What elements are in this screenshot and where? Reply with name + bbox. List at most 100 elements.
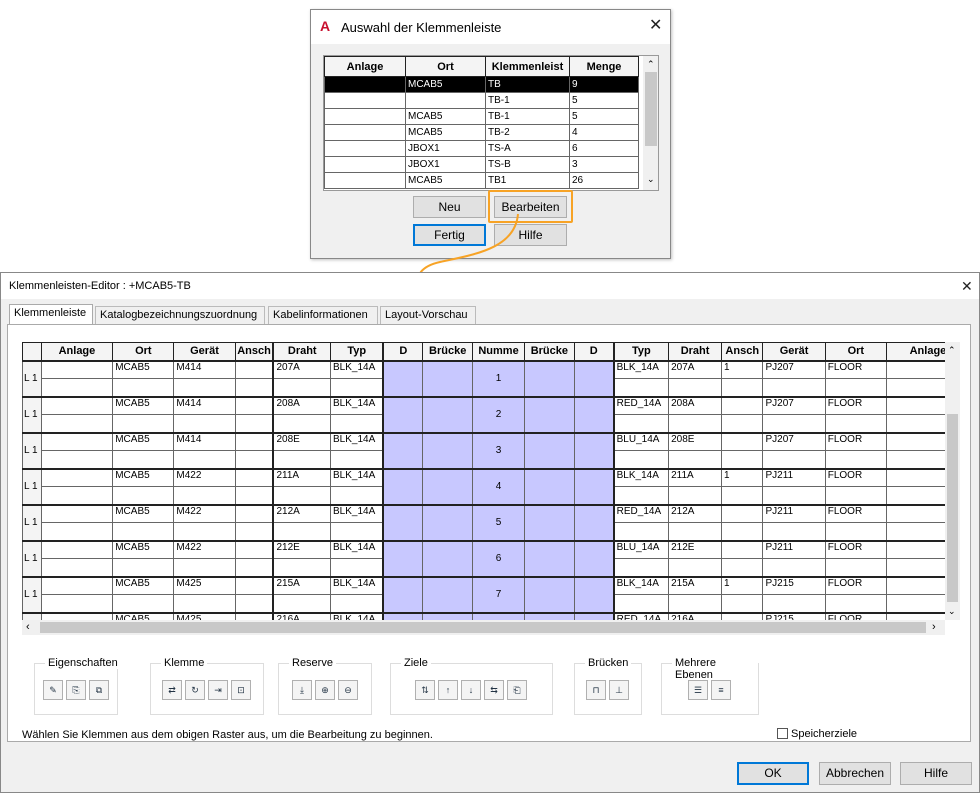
paste-properties-icon[interactable]: ⧉ <box>89 680 109 700</box>
table-cell[interactable]: BLU_14A <box>612 539 670 559</box>
table-cell[interactable] <box>173 486 236 505</box>
table-cell[interactable] <box>762 594 826 613</box>
table-cell[interactable] <box>885 431 945 451</box>
table-cell[interactable] <box>824 450 887 469</box>
jumper-cell[interactable] <box>422 503 474 541</box>
terminal-number[interactable]: 3 <box>472 431 525 469</box>
table-cell[interactable] <box>234 450 274 469</box>
column-header[interactable]: Gerät <box>173 342 236 361</box>
scroll-left-icon[interactable]: ‹ <box>26 621 30 633</box>
table-cell[interactable]: PJ211 <box>762 503 826 523</box>
row-header[interactable]: L 1 <box>22 575 42 613</box>
table-cell[interactable]: FLOOR <box>824 575 887 595</box>
table-cell[interactable] <box>234 611 274 620</box>
scroll-up-icon[interactable]: ⌃ <box>647 59 655 70</box>
column-header[interactable]: Brücke <box>422 342 474 361</box>
add-spare-icon[interactable]: ⊕ <box>315 680 335 700</box>
destination-cell[interactable] <box>382 395 424 433</box>
table-cell[interactable]: FLOOR <box>824 503 887 523</box>
jumper-cell[interactable] <box>523 431 575 469</box>
table-cell[interactable] <box>720 539 764 559</box>
table-cell[interactable]: 207A <box>272 359 332 379</box>
edit-properties-icon[interactable]: ✎ <box>43 680 63 700</box>
terminal-number[interactable]: 6 <box>472 539 525 577</box>
terminal-number[interactable]: 2 <box>472 395 525 433</box>
table-cell[interactable] <box>112 414 175 433</box>
table-cell[interactable] <box>112 594 175 613</box>
table-cell[interactable]: BLK_14A <box>330 359 384 379</box>
move-terminal-icon[interactable]: ⇄ <box>162 680 182 700</box>
table-cell[interactable]: 208E <box>272 431 332 451</box>
table-cell[interactable] <box>234 378 274 397</box>
scroll-thumb[interactable] <box>947 414 958 602</box>
column-header[interactable]: Ansch <box>720 342 764 361</box>
table-cell[interactable] <box>234 522 274 541</box>
table-cell[interactable]: 1 <box>720 467 764 487</box>
table-cell[interactable] <box>762 378 826 397</box>
table-cell[interactable]: FLOOR <box>824 611 887 620</box>
table-cell[interactable]: 215A <box>272 575 332 595</box>
table-cell[interactable] <box>330 378 384 397</box>
table-cell[interactable]: BLK_14A <box>330 431 384 451</box>
table-cell[interactable] <box>40 575 114 595</box>
jumper-cell[interactable] <box>422 611 474 620</box>
row-header[interactable] <box>22 611 42 620</box>
table-cell[interactable] <box>234 575 274 595</box>
table-cell[interactable] <box>612 558 670 577</box>
table-row[interactable]: MCAB5 TB-1 5 <box>324 108 639 125</box>
column-header[interactable]: Draht <box>668 342 722 361</box>
close-icon[interactable]: ✕ <box>649 18 662 34</box>
table-cell[interactable]: PJ211 <box>762 467 826 487</box>
table-cell[interactable] <box>234 359 274 379</box>
tab-cable-info[interactable]: Kabelinformationen <box>268 306 378 324</box>
table-cell[interactable] <box>272 522 332 541</box>
table-cell[interactable] <box>330 486 384 505</box>
table-cell[interactable]: 208E <box>668 431 722 451</box>
table-cell[interactable] <box>885 486 945 505</box>
table-cell[interactable] <box>668 594 722 613</box>
column-header[interactable]: Numme <box>472 342 525 361</box>
table-cell[interactable] <box>885 503 945 523</box>
table-cell[interactable] <box>112 558 175 577</box>
row-header[interactable]: L 1 <box>22 503 42 541</box>
scroll-thumb[interactable] <box>40 622 926 633</box>
table-cell[interactable] <box>272 414 332 433</box>
table-cell[interactable]: 211A <box>668 467 722 487</box>
jumper-cell[interactable] <box>523 575 575 613</box>
table-row[interactable]: L 1 MCAB5 M414 208A BLK_14A 2 RED_14A 208A PJ207… <box>22 395 945 433</box>
table-cell[interactable]: FLOOR <box>824 431 887 451</box>
table-cell[interactable] <box>40 395 114 415</box>
table-cell[interactable] <box>668 378 722 397</box>
destination-cell[interactable] <box>573 359 615 397</box>
table-cell[interactable] <box>720 558 764 577</box>
table-row[interactable]: MCAB5 TB 9 <box>324 76 639 93</box>
jumper-cell[interactable] <box>422 359 474 397</box>
multi-level-icon[interactable]: ☰ <box>688 680 708 700</box>
table-cell[interactable]: M422 <box>173 467 236 487</box>
table-cell[interactable] <box>173 450 236 469</box>
table-cell[interactable] <box>234 414 274 433</box>
table-cell[interactable] <box>668 450 722 469</box>
table-row[interactable]: L 1 MCAB5 M425 215A BLK_14A 7 BLK_14A 215A 1 PJ21… <box>22 575 945 613</box>
destination-cell[interactable] <box>573 431 615 469</box>
table-cell[interactable] <box>668 486 722 505</box>
terminal-number[interactable]: 7 <box>472 575 525 613</box>
table-cell[interactable] <box>40 450 114 469</box>
scroll-right-icon[interactable]: › <box>932 621 936 633</box>
jumper-cell[interactable] <box>422 395 474 433</box>
table-cell[interactable]: 207A <box>668 359 722 379</box>
table-cell[interactable] <box>720 611 764 620</box>
jumper-cell[interactable] <box>523 467 575 505</box>
table-cell[interactable] <box>885 414 945 433</box>
table-cell[interactable] <box>40 522 114 541</box>
table-cell[interactable] <box>40 503 114 523</box>
table-cell[interactable]: M425 <box>173 575 236 595</box>
table-cell[interactable] <box>272 594 332 613</box>
table-cell[interactable] <box>40 414 114 433</box>
table-cell[interactable]: BLK_14A <box>330 539 384 559</box>
table-cell[interactable] <box>720 503 764 523</box>
table-cell[interactable] <box>330 522 384 541</box>
table-cell[interactable]: 216A <box>668 611 722 620</box>
destination-cell[interactable] <box>382 431 424 469</box>
table-cell[interactable] <box>612 594 670 613</box>
